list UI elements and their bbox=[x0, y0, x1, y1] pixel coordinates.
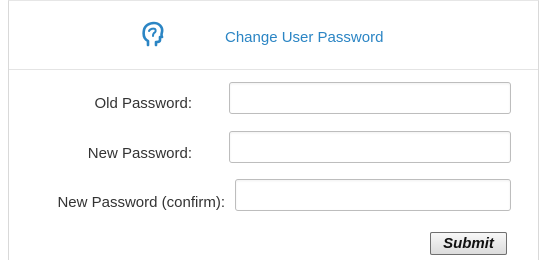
old-password-field[interactable] bbox=[229, 82, 511, 114]
old-password-label: Old Password: bbox=[94, 95, 192, 112]
change-password-panel: Change User Password Old Password: New P… bbox=[8, 0, 539, 260]
confirm-password-label-wrap: New Password (confirm): bbox=[9, 194, 225, 214]
panel-header: Change User Password bbox=[9, 1, 538, 70]
confirm-password-label: New Password (confirm): bbox=[57, 194, 225, 211]
new-password-field[interactable] bbox=[229, 131, 511, 163]
old-password-label-wrap: Old Password: bbox=[9, 95, 192, 115]
page-title: Change User Password bbox=[225, 29, 384, 46]
new-password-label-wrap: New Password: bbox=[9, 145, 192, 165]
confirm-password-field[interactable] bbox=[235, 179, 511, 211]
user-head-icon bbox=[141, 21, 165, 49]
new-password-label: New Password: bbox=[87, 145, 192, 162]
submit-button[interactable]: Submit bbox=[430, 232, 507, 255]
